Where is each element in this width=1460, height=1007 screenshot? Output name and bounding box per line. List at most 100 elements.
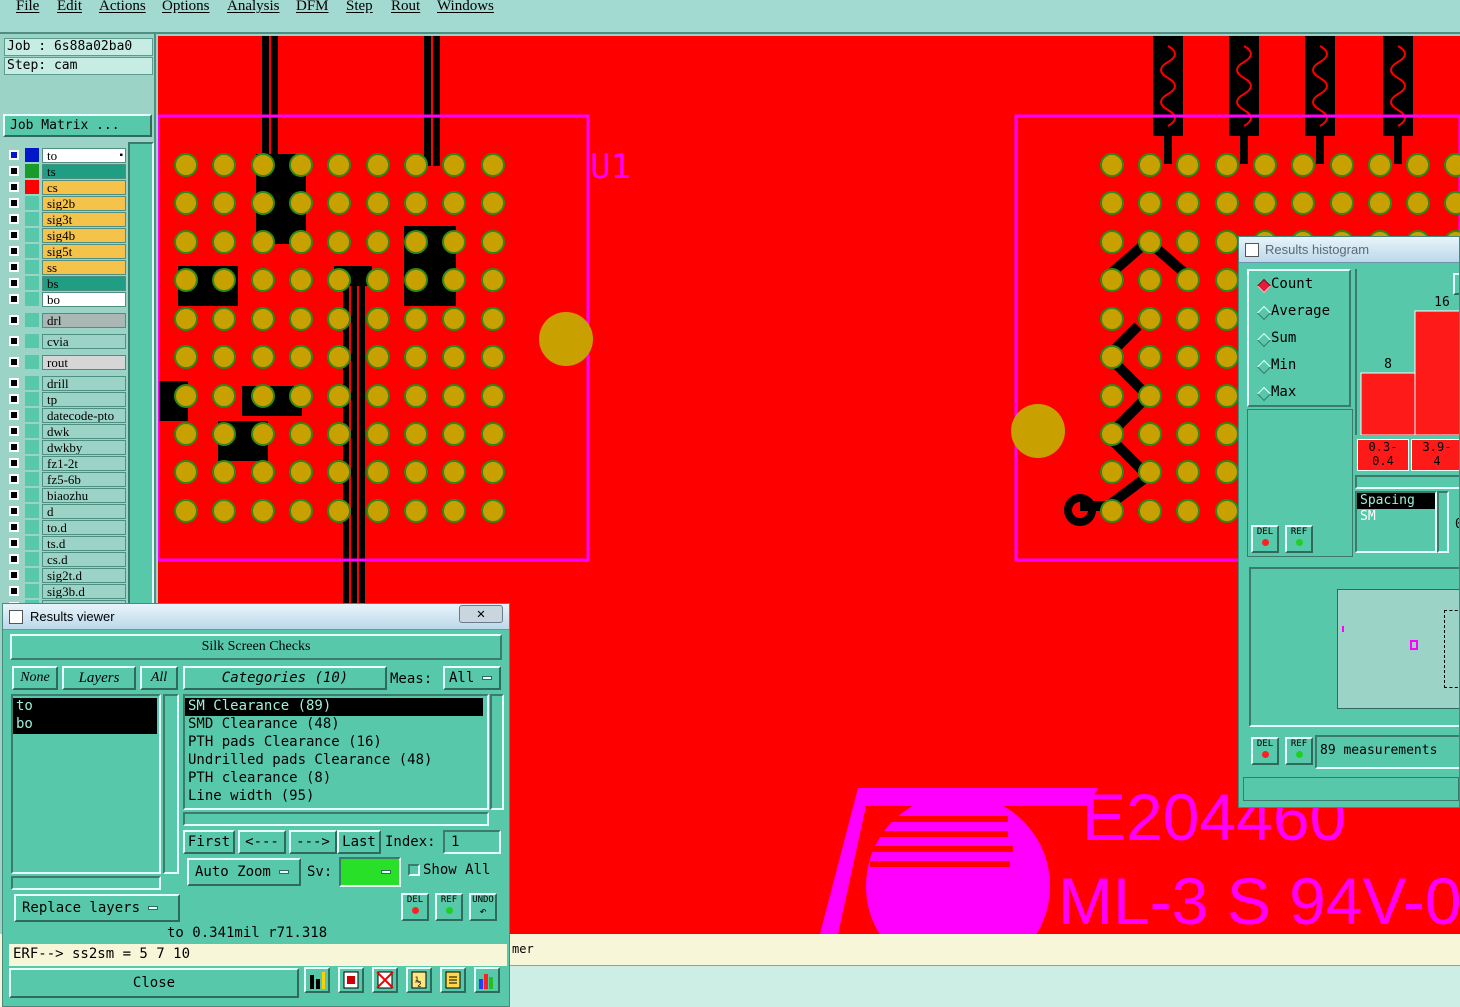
layer-row-cs-d[interactable]: cs.d: [5, 551, 126, 567]
layer-row-sig2t-d[interactable]: sig2t.d: [5, 567, 126, 583]
histogram-bar[interactable]: [1414, 310, 1460, 435]
layer-row-sig4b[interactable]: sig4b: [5, 227, 126, 243]
layer-name[interactable]: to.d: [42, 520, 126, 535]
layer-row-datecode-pto[interactable]: datecode-pto: [5, 407, 126, 423]
layer-name[interactable]: to ▪: [42, 148, 126, 163]
layer-checkbox[interactable]: [9, 458, 19, 468]
layer-name[interactable]: dwkby: [42, 440, 126, 455]
layer-row-sig3t[interactable]: sig3t: [5, 211, 126, 227]
layer-name[interactable]: bo: [42, 292, 126, 307]
layer-row-cs[interactable]: cs: [5, 179, 126, 195]
layer-name[interactable]: tp: [42, 392, 126, 407]
layer-checkbox[interactable]: [9, 378, 19, 388]
layer-row-cvia[interactable]: cvia: [5, 333, 126, 349]
hist-del-button[interactable]: DEL: [1251, 525, 1279, 553]
layer-checkbox[interactable]: [9, 246, 19, 256]
layer-name[interactable]: bs: [42, 276, 126, 291]
layer-row-biaozhu[interactable]: biaozhu: [5, 487, 126, 503]
layer-row-ts-d[interactable]: ts.d: [5, 535, 126, 551]
mode-radio-min[interactable]: [1256, 359, 1272, 375]
layer-name[interactable]: cvia: [42, 334, 126, 349]
layer-name[interactable]: drill: [42, 376, 126, 391]
none-button[interactable]: None: [12, 666, 58, 690]
layer-checkbox[interactable]: [9, 554, 19, 564]
close-icon[interactable]: ✕: [459, 605, 503, 623]
layer-checkbox[interactable]: [9, 315, 19, 325]
layer-row-sig5t[interactable]: sig5t: [5, 243, 126, 259]
histogram-hscroll[interactable]: [1355, 475, 1459, 489]
layer-row-bs[interactable]: bs: [5, 275, 126, 291]
mode-radio-count[interactable]: [1256, 278, 1272, 294]
del-button[interactable]: DEL: [401, 893, 429, 921]
ref-button[interactable]: REF: [435, 893, 463, 921]
notes-icon[interactable]: [440, 967, 466, 993]
layer-checkbox[interactable]: [9, 198, 19, 208]
layer-checkbox[interactable]: [9, 278, 19, 288]
layer-checkbox[interactable]: [9, 336, 19, 346]
layer-checkbox[interactable]: [9, 506, 19, 516]
layer-row-rout[interactable]: rout: [5, 354, 126, 370]
layer-checkbox[interactable]: [9, 490, 19, 500]
layer-name[interactable]: sig5t: [42, 244, 126, 259]
layer-row-to-d[interactable]: to.d: [5, 519, 126, 535]
close-button[interactable]: Close: [9, 968, 299, 998]
first-button[interactable]: First: [183, 830, 235, 854]
layer-name[interactable]: sig4b: [42, 228, 126, 243]
layer-row-sig2b[interactable]: sig2b: [5, 195, 126, 211]
list-item[interactable]: Spacing: [1357, 493, 1435, 509]
layer-checkbox[interactable]: [9, 182, 19, 192]
layer-row-fz1-2t[interactable]: fz1-2t: [5, 455, 126, 471]
list-item[interactable]: SM: [1357, 509, 1435, 525]
histogram-list-vscroll[interactable]: [1437, 491, 1449, 553]
category-item[interactable]: PTH pads Clearance (16): [185, 734, 483, 752]
layer-checkbox[interactable]: [9, 442, 19, 452]
list-item[interactable]: bo: [13, 716, 157, 734]
auto-zoom-dropdown[interactable]: Auto Zoom: [187, 858, 301, 886]
layer-name[interactable]: drl: [42, 313, 126, 328]
menu-rout[interactable]: Rout: [391, 0, 420, 15]
layer-checkbox[interactable]: [9, 426, 19, 436]
layer-name[interactable]: ss: [42, 260, 126, 275]
layer-list-scrollbar[interactable]: [128, 142, 154, 642]
mode-radio-sum[interactable]: [1256, 332, 1272, 348]
layer-name[interactable]: datecode-pto: [42, 408, 126, 423]
layer-list-vscroll[interactable]: [163, 694, 179, 874]
results-viewer-titlebar[interactable]: Results viewer ✕: [3, 604, 509, 630]
layer-checkbox[interactable]: [9, 586, 19, 596]
category-item[interactable]: SMD Clearance (48): [185, 716, 483, 734]
menu-dfm[interactable]: DFM: [296, 0, 329, 15]
layer-name[interactable]: fz5-6b: [42, 472, 126, 487]
layers-button[interactable]: Layers: [62, 666, 136, 690]
layer-checkbox[interactable]: [9, 410, 19, 420]
layer-row-dwkby[interactable]: dwkby: [5, 439, 126, 455]
mode-radio-average[interactable]: [1256, 305, 1272, 321]
layer-checkbox[interactable]: [9, 394, 19, 404]
delete-report-icon[interactable]: [372, 967, 398, 993]
mode-radio-max[interactable]: [1256, 386, 1272, 402]
layer-name[interactable]: sig2t.d: [42, 568, 126, 583]
layer-name[interactable]: sig3t: [42, 212, 126, 227]
layer-name[interactable]: ts: [42, 164, 126, 179]
layer-checkbox[interactable]: [9, 214, 19, 224]
categories-button[interactable]: Categories (10): [183, 666, 387, 690]
layer-row-d[interactable]: d: [5, 503, 126, 519]
layer-name[interactable]: fz1-2t: [42, 456, 126, 471]
menu-options[interactable]: Options: [162, 0, 210, 15]
report-icon[interactable]: [338, 967, 364, 993]
layer-list-hscroll[interactable]: [11, 876, 161, 890]
menu-windows[interactable]: Windows: [437, 0, 494, 15]
layer-row-ts[interactable]: ts: [5, 163, 126, 179]
histogram-titlebar[interactable]: Results histogram: [1239, 237, 1459, 263]
layer-checkbox[interactable]: [9, 262, 19, 272]
layer-name[interactable]: cs.d: [42, 552, 126, 567]
categories-vscroll[interactable]: [490, 694, 504, 810]
histogram-bar[interactable]: [1360, 372, 1416, 435]
hist-ref-button-2[interactable]: REF: [1285, 737, 1313, 765]
category-item[interactable]: SM Clearance (89): [185, 698, 483, 716]
layer-checkbox[interactable]: [9, 166, 19, 176]
layer-row-sig3b-d[interactable]: sig3b.d: [5, 583, 126, 599]
layer-row-ss[interactable]: ss: [5, 259, 126, 275]
layer-name[interactable]: cs: [42, 180, 126, 195]
layer-name[interactable]: rout: [42, 355, 126, 370]
layer-row-drl[interactable]: drl: [5, 312, 126, 328]
